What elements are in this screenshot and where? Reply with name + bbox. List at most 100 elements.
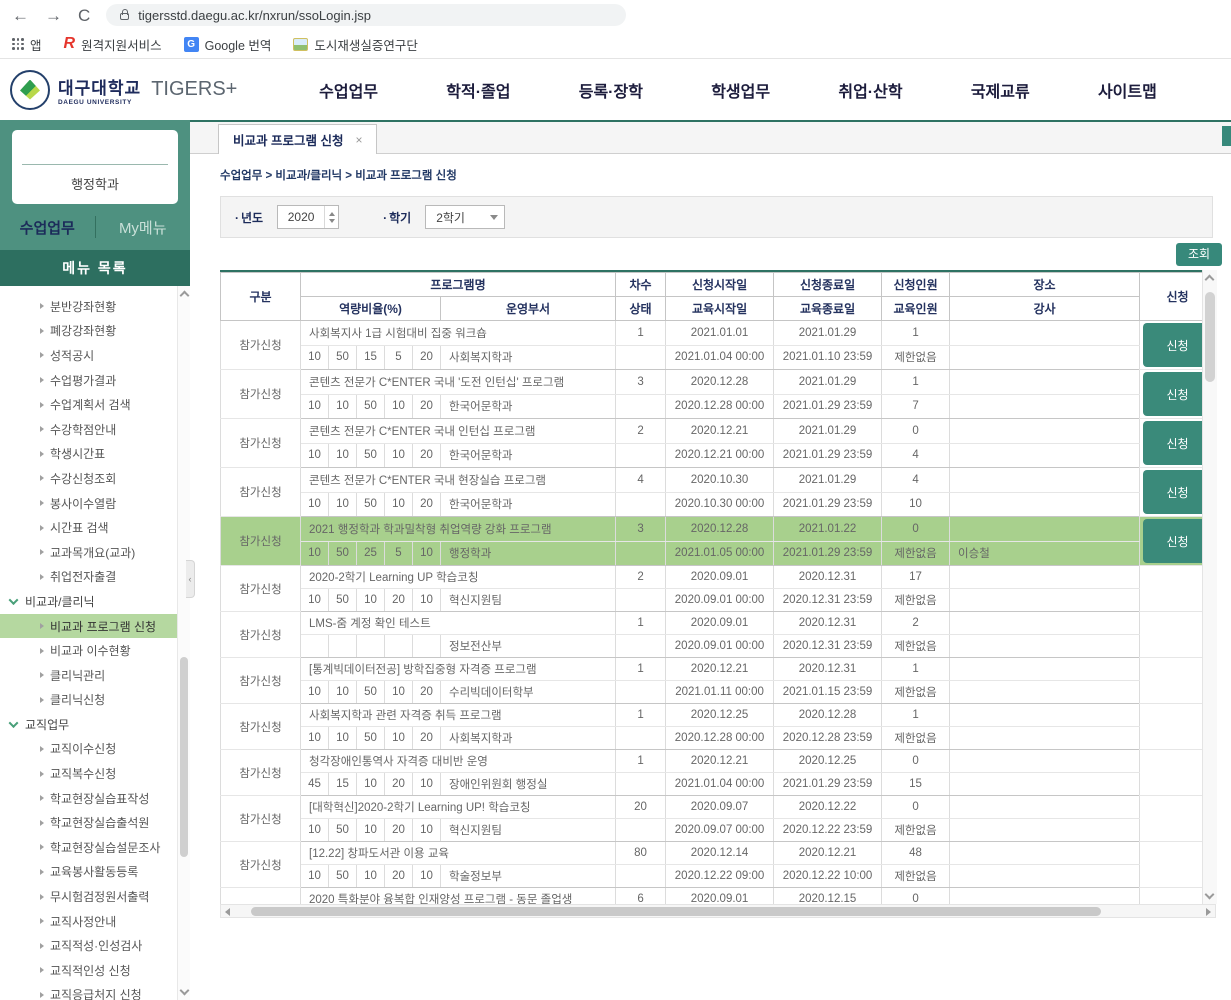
university-logo[interactable]: 대구대학교 DAEGU UNIVERSITY TIGERS+ xyxy=(10,70,255,110)
program-row[interactable]: 참가신청[통계빅데이터전공] 방학집중형 자격증 프로그램12020.12.21… xyxy=(221,658,1216,681)
search-button[interactable]: 조회 xyxy=(1176,243,1222,266)
menu-item-교직적인성 신청[interactable]: 교직적인성 신청 xyxy=(0,958,190,983)
category-cell[interactable]: 참가신청 xyxy=(221,842,301,888)
category-cell[interactable]: 참가신청 xyxy=(221,658,301,704)
bookmark-google-translate[interactable]: G Google 번역 xyxy=(184,35,272,54)
bookmark-apps[interactable]: 앱 xyxy=(12,35,42,54)
program-row[interactable]: 참가신청2020-2학기 Learning UP 학습코칭22020.09.01… xyxy=(221,566,1216,589)
dept-cell[interactable]: 사회복지학과 xyxy=(441,345,616,370)
program-name-cell[interactable]: 콘텐츠 전문가 C*ENTER 국내 현장실습 프로그램 xyxy=(301,468,616,493)
menu-item-클리닉신청[interactable]: 클리닉신청 xyxy=(0,688,190,713)
program-name-cell[interactable]: 콘텐츠 전문가 C*ENTER 국내 '도전 인턴십' 프로그램 xyxy=(301,370,616,395)
sidebar-tab-work[interactable]: 수업업무 xyxy=(0,217,95,238)
category-cell[interactable]: 참가신청 xyxy=(221,612,301,658)
category-cell[interactable]: 참가신청 xyxy=(221,796,301,842)
nav-item-등록장학[interactable]: 등록·장학 xyxy=(579,78,643,102)
corner-button[interactable] xyxy=(1222,126,1231,146)
program-row-detail[interactable]: 105025510행정학과2021.01.05 00:002021.01.29 … xyxy=(221,541,1216,566)
program-row[interactable]: 참가신청[대학혁신]2020-2학기 Learning UP! 학습코칭2020… xyxy=(221,796,1216,819)
menu-item-교직사정안내[interactable]: 교직사정안내 xyxy=(0,909,190,934)
nav-item-국제교류[interactable]: 국제교류 xyxy=(971,78,1030,102)
program-name-cell[interactable]: 사회복지학과 관련 자격증 취득 프로그램 xyxy=(301,704,616,727)
category-cell[interactable]: 참가신청 xyxy=(221,370,301,419)
menu-item-수강신청조회[interactable]: 수강신청조회 xyxy=(0,466,190,491)
program-row-detail[interactable]: 1050102010혁신지원팀2020.09.01 00:002020.12.3… xyxy=(221,589,1216,612)
program-row-detail[interactable]: 105015520사회복지학과2021.01.04 00:002021.01.1… xyxy=(221,345,1216,370)
grid-scroll-down-icon[interactable] xyxy=(1205,890,1215,900)
program-name-cell[interactable]: 2020 특화분야 융복합 인재양성 프로그램 - 동문 졸업생 xyxy=(301,888,616,905)
program-row[interactable]: 참가신청콘텐츠 전문가 C*ENTER 국내 인턴십 프로그램22020.12.… xyxy=(221,419,1216,444)
refresh-icon[interactable]: C xyxy=(78,7,90,24)
menu-item-학교현장실습출석원[interactable]: 학교현장실습출석원 xyxy=(0,810,190,835)
year-input[interactable]: 2020 xyxy=(277,205,339,229)
menu-item-학교현장실습표작성[interactable]: 학교현장실습표작성 xyxy=(0,786,190,811)
menu-item-수업계획서 검색[interactable]: 수업계획서 검색 xyxy=(0,392,190,417)
nav-item-수업업무[interactable]: 수업업무 xyxy=(319,78,378,102)
grid-scroll-left-icon[interactable] xyxy=(225,908,230,916)
program-row-detail[interactable]: 4515102010장애인위원회 행정실2021.01.04 00:002021… xyxy=(221,773,1216,796)
program-row-detail[interactable]: 1010501020한국어문학과2020.12.21 00:002021.01.… xyxy=(221,443,1216,468)
dept-cell[interactable]: 한국어문학과 xyxy=(441,492,616,517)
category-cell[interactable]: 참가신청 xyxy=(221,419,301,468)
program-name-cell[interactable]: [통계빅데이터전공] 방학집중형 자격증 프로그램 xyxy=(301,658,616,681)
category-cell[interactable]: 참가신청 xyxy=(221,704,301,750)
grid-scroll-right-icon[interactable] xyxy=(1206,908,1211,916)
program-row[interactable]: 참가신청청각장애인통역사 자격증 대비반 운영12020.12.212020.1… xyxy=(221,750,1216,773)
menu-item-성적공시[interactable]: 성적공시 xyxy=(0,343,190,368)
dept-cell[interactable]: 장애인위원회 행정실 xyxy=(441,773,616,796)
menu-item-시간표 검색[interactable]: 시간표 검색 xyxy=(0,515,190,540)
program-row-detail[interactable]: 1010501020한국어문학과2020.12.28 00:002021.01.… xyxy=(221,394,1216,419)
menu-item-수강학점안내[interactable]: 수강학점안내 xyxy=(0,417,190,442)
close-icon[interactable]: × xyxy=(355,133,362,147)
menu-item-봉사이수열람[interactable]: 봉사이수열람 xyxy=(0,491,190,516)
program-name-cell[interactable]: [대학혁신]2020-2학기 Learning UP! 학습코칭 xyxy=(301,796,616,819)
program-name-cell[interactable]: LMS-줌 계정 확인 테스트 xyxy=(301,612,616,635)
program-name-cell[interactable]: [12.22] 창파도서관 이용 교육 xyxy=(301,842,616,865)
menu-item-취업전자출결[interactable]: 취업전자출결 xyxy=(0,565,190,590)
menu-item-수업평가결과[interactable]: 수업평가결과 xyxy=(0,368,190,393)
tab-program-apply[interactable]: 비교과 프로그램 신청 × xyxy=(218,124,377,154)
forward-icon[interactable]: → xyxy=(45,7,62,24)
program-row[interactable]: 참가신청사회복지학과 관련 자격증 취득 프로그램12020.12.252020… xyxy=(221,704,1216,727)
program-row-detail[interactable]: 정보전산부2020.09.01 00:002020.12.31 23:59제한없… xyxy=(221,635,1216,658)
program-name-cell[interactable]: 사회복지사 1급 시험대비 집중 워크숍 xyxy=(301,321,616,346)
address-bar[interactable]: tigersstd.daegu.ac.kr/nxrun/ssoLogin.jsp xyxy=(106,4,626,26)
menu-item-무시험검정원서출력[interactable]: 무시험검정원서출력 xyxy=(0,884,190,909)
menu-item-교직이수신청[interactable]: 교직이수신청 xyxy=(0,737,190,762)
menu-item-교직응급처지 신청[interactable]: 교직응급처지 신청 xyxy=(0,983,190,1000)
menu-item-비교과 프로그램 신청[interactable]: 비교과 프로그램 신청 xyxy=(0,614,190,639)
nav-item-학생업무[interactable]: 학생업무 xyxy=(711,78,770,102)
menu-item-교직적성·인성검사[interactable]: 교직적성·인성검사 xyxy=(0,933,190,958)
menu-item-분반강좌현황[interactable]: 분반강좌현황 xyxy=(0,294,190,319)
sidebar-tab-mymenu[interactable]: My메뉴 xyxy=(96,217,191,238)
grid-horizontal-scrollbar[interactable] xyxy=(220,904,1216,918)
bookmark-remote-support[interactable]: R 원격지원서비스 xyxy=(64,35,162,54)
program-row[interactable]: 참가신청사회복지사 1급 시험대비 집중 워크숍12021.01.012021.… xyxy=(221,321,1216,346)
menu-item-교육봉사활동등록[interactable]: 교육봉사활동등록 xyxy=(0,860,190,885)
menu-item-교과목개요(교과)[interactable]: 교과목개요(교과) xyxy=(0,540,190,565)
nav-item-사이트맵[interactable]: 사이트맵 xyxy=(1098,78,1157,102)
program-row-detail[interactable]: 1010501020사회복지학과2020.12.28 00:002020.12.… xyxy=(221,727,1216,750)
back-icon[interactable]: ← xyxy=(12,7,29,24)
dept-cell[interactable]: 학술정보부 xyxy=(441,865,616,888)
dept-cell[interactable]: 행정학과 xyxy=(441,541,616,566)
program-row-detail[interactable]: 1010501020한국어문학과2020.10.30 00:002021.01.… xyxy=(221,492,1216,517)
program-row[interactable]: 2020 특화분야 융복합 인재양성 프로그램 - 동문 졸업생62020.09… xyxy=(221,888,1216,905)
sidebar-scrollbar[interactable] xyxy=(177,286,190,1000)
dept-cell[interactable]: 정보전산부 xyxy=(441,635,616,658)
menu-item-클리닉관리[interactable]: 클리닉관리 xyxy=(0,663,190,688)
nav-item-취업산학[interactable]: 취업·산학 xyxy=(838,78,902,102)
program-row[interactable]: 참가신청2021 행정학과 학과밀착형 취업역량 강화 프로그램32020.12… xyxy=(221,517,1216,542)
program-name-cell[interactable]: 콘텐츠 전문가 C*ENTER 국내 인턴십 프로그램 xyxy=(301,419,616,444)
grid-scroll-up-icon[interactable] xyxy=(1205,275,1215,285)
dept-cell[interactable]: 한국어문학과 xyxy=(441,394,616,419)
sidebar-collapse-handle[interactable]: ‹ xyxy=(186,560,195,598)
menu-item-학교현장실습설문조사[interactable]: 학교현장실습설문조사 xyxy=(0,835,190,860)
menu-group-교직업무[interactable]: 교직업무 xyxy=(0,712,190,737)
year-spinner[interactable] xyxy=(324,206,338,228)
menu-item-비교과 이수현황[interactable]: 비교과 이수현황 xyxy=(0,638,190,663)
grid-vertical-scrollbar[interactable] xyxy=(1202,270,1217,904)
dept-cell[interactable]: 혁신지원팀 xyxy=(441,589,616,612)
category-cell[interactable]: 참가신청 xyxy=(221,566,301,612)
bookmark-urban-research[interactable]: 도시재생실증연구단 xyxy=(293,35,418,54)
